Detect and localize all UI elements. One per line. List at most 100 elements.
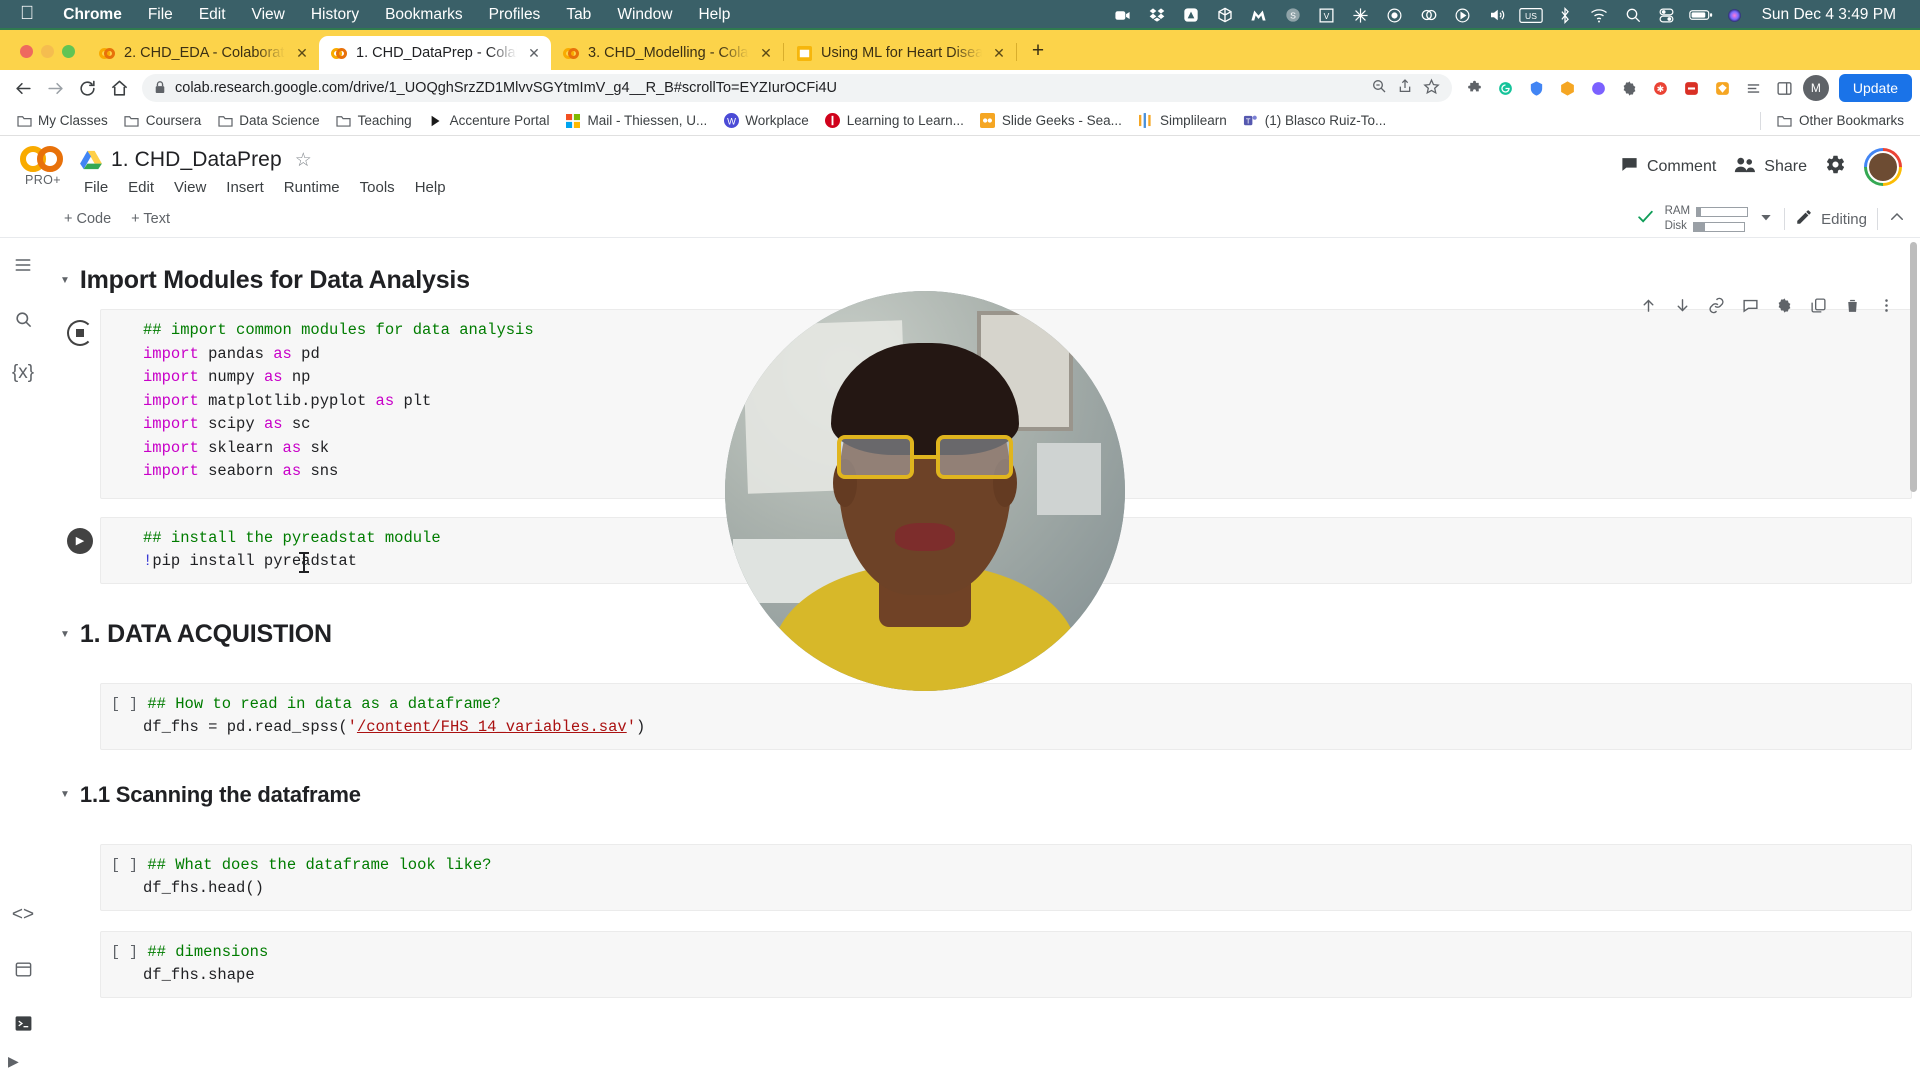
wifi-icon[interactable] [1582, 0, 1616, 30]
colab-menu-insert[interactable]: Insert [216, 176, 274, 199]
battery-icon[interactable] [1684, 0, 1718, 30]
bookmark-learning-to-learn[interactable]: Learning to Learn... [817, 110, 972, 132]
minimize-window-button[interactable] [41, 45, 54, 58]
browser-tab-1[interactable]: 2. CHD_EDA - Colaboratory ✕ [87, 36, 319, 70]
bookmark-workplace[interactable]: W Workplace [715, 110, 817, 132]
menu-help[interactable]: Help [685, 6, 743, 24]
menu-profiles[interactable]: Profiles [476, 6, 554, 24]
gear-icon[interactable] [1615, 73, 1645, 103]
chevron-down-icon[interactable]: ▼ [60, 275, 70, 286]
settings-button[interactable] [1825, 154, 1846, 180]
menu-file[interactable]: File [135, 6, 186, 24]
menu-window[interactable]: Window [604, 6, 685, 24]
browser-tab-4[interactable]: Using ML for Heart Disease Pre ✕ [784, 36, 1016, 70]
cell-idle-prompt[interactable]: [ ] [101, 944, 138, 961]
colab-menu-edit[interactable]: Edit [118, 176, 164, 199]
bookmark-simplilearn[interactable]: Simplilearn [1130, 110, 1235, 132]
cell-idle-prompt[interactable]: [ ] [101, 696, 138, 713]
table-of-contents-icon[interactable] [8, 250, 38, 280]
bookmark-blasco-ruiz[interactable]: T (1) Blasco Ruiz-To... [1235, 110, 1395, 132]
menu-history[interactable]: History [298, 6, 372, 24]
forward-arrow-icon[interactable] [40, 73, 70, 103]
asterisk-icon[interactable]: ✱ [1646, 73, 1676, 103]
cell-settings-icon[interactable] [1773, 294, 1795, 316]
bookmark-mail[interactable]: Mail - Thiessen, U... [557, 110, 715, 132]
code-snippets-icon[interactable]: <> [8, 900, 38, 930]
colab-menu-runtime[interactable]: Runtime [274, 176, 350, 199]
files-icon[interactable] [8, 954, 38, 984]
zoom-magnifier-icon[interactable] [1371, 78, 1387, 98]
expand-sidebar-icon[interactable]: ▶ [8, 1053, 19, 1070]
bookmark-teaching[interactable]: Teaching [328, 110, 420, 132]
bookmark-accenture-portal[interactable]: Accenture Portal [420, 110, 558, 132]
chevron-up-icon[interactable] [1888, 208, 1906, 231]
section-heading-scanning-dataframe[interactable]: ▼ 1.1 Scanning the dataframe [46, 750, 1920, 816]
chevron-down-icon[interactable] [1758, 209, 1774, 230]
extensions-puzzle-icon[interactable] [1460, 73, 1490, 103]
chevron-down-icon[interactable]: ▼ [60, 789, 70, 800]
reload-icon[interactable] [72, 73, 102, 103]
vimeo-icon[interactable]: V [1310, 0, 1344, 30]
control-center-icon[interactable] [1650, 0, 1684, 30]
address-bar[interactable]: colab.research.google.com/drive/1_UOQghS… [142, 74, 1452, 102]
cell-idle-prompt[interactable]: [ ] [101, 857, 138, 874]
adobe-creative-cloud-app-icon[interactable] [1174, 0, 1208, 30]
menu-tab[interactable]: Tab [553, 6, 604, 24]
colab-menu-file[interactable]: File [74, 176, 118, 199]
bookmark-other-bookmarks[interactable]: Other Bookmarks [1769, 110, 1912, 132]
chevron-down-icon[interactable]: ▼ [60, 629, 70, 640]
code-cell-head[interactable]: [ ] ## What does the dataframe look like… [100, 843, 1912, 911]
add-code-cell-button[interactable]: + Code [54, 207, 121, 231]
new-tab-button[interactable]: + [1023, 36, 1053, 66]
macos-spotlight-snowflake-icon[interactable] [1344, 0, 1378, 30]
cell-source-code[interactable]: [ ] ## How to read in data as a datafram… [101, 693, 1911, 740]
bookmark-my-classes[interactable]: My Classes [8, 110, 116, 132]
search-icon[interactable] [1616, 0, 1650, 30]
bookmark-slide-geeks[interactable]: Slide Geeks - Sea... [972, 110, 1130, 132]
code-cell-shape[interactable]: [ ] ## dimensions df_fhs.shape [100, 930, 1912, 998]
maximize-window-button[interactable] [62, 45, 75, 58]
malwarebytes-icon[interactable] [1242, 0, 1276, 30]
cell-source-code[interactable]: [ ] ## dimensions df_fhs.shape [101, 941, 1911, 988]
skitch-icon[interactable]: S [1276, 0, 1310, 30]
box-drive-icon[interactable] [1208, 0, 1242, 30]
webcam-video-bubble[interactable] [725, 291, 1125, 691]
play-circle-icon[interactable] [1446, 0, 1480, 30]
honey-icon[interactable] [1553, 73, 1583, 103]
input-source-us-icon[interactable]: US [1514, 0, 1548, 30]
volume-icon[interactable] [1480, 0, 1514, 30]
resource-meters[interactable]: RAM Disk [1665, 205, 1749, 233]
menu-view[interactable]: View [239, 6, 298, 24]
copy-cell-icon[interactable] [1807, 294, 1829, 316]
vertical-scrollbar[interactable] [1908, 238, 1918, 1080]
cell-source-code[interactable]: [ ] ## What does the dataframe look like… [101, 854, 1911, 901]
sketch-icon[interactable] [1708, 73, 1738, 103]
creative-cloud-icon[interactable] [1412, 0, 1446, 30]
bookmark-data-science[interactable]: Data Science [209, 110, 327, 132]
add-text-cell-button[interactable]: + Text [121, 207, 180, 231]
adblock-icon[interactable] [1677, 73, 1707, 103]
close-tab-icon[interactable]: ✕ [990, 44, 1008, 62]
video-camera-icon[interactable] [1106, 0, 1140, 30]
close-window-button[interactable] [20, 45, 33, 58]
record-icon[interactable] [1378, 0, 1412, 30]
colab-menu-view[interactable]: View [164, 176, 216, 199]
google-drive-icon[interactable] [80, 150, 102, 170]
colab-menu-help[interactable]: Help [405, 176, 456, 199]
close-tab-icon[interactable]: ✕ [757, 44, 775, 62]
dropbox-icon[interactable] [1140, 0, 1174, 30]
reading-list-icon[interactable] [1739, 73, 1769, 103]
profile-avatar-button[interactable]: M [1801, 73, 1831, 103]
grammarly-icon[interactable] [1491, 73, 1521, 103]
apple-logo-icon[interactable]:  [10, 4, 50, 26]
variables-icon[interactable]: {x} [8, 358, 38, 388]
terminal-icon[interactable] [8, 1008, 38, 1038]
move-cell-up-icon[interactable] [1637, 294, 1659, 316]
user-avatar[interactable] [1864, 148, 1902, 186]
update-button[interactable]: Update [1838, 74, 1912, 102]
menu-chrome[interactable]: Chrome [50, 6, 135, 24]
color-icon[interactable] [1584, 73, 1614, 103]
siri-icon[interactable] [1718, 0, 1752, 30]
star-icon[interactable] [1423, 78, 1440, 99]
more-options-icon[interactable] [1875, 294, 1897, 316]
